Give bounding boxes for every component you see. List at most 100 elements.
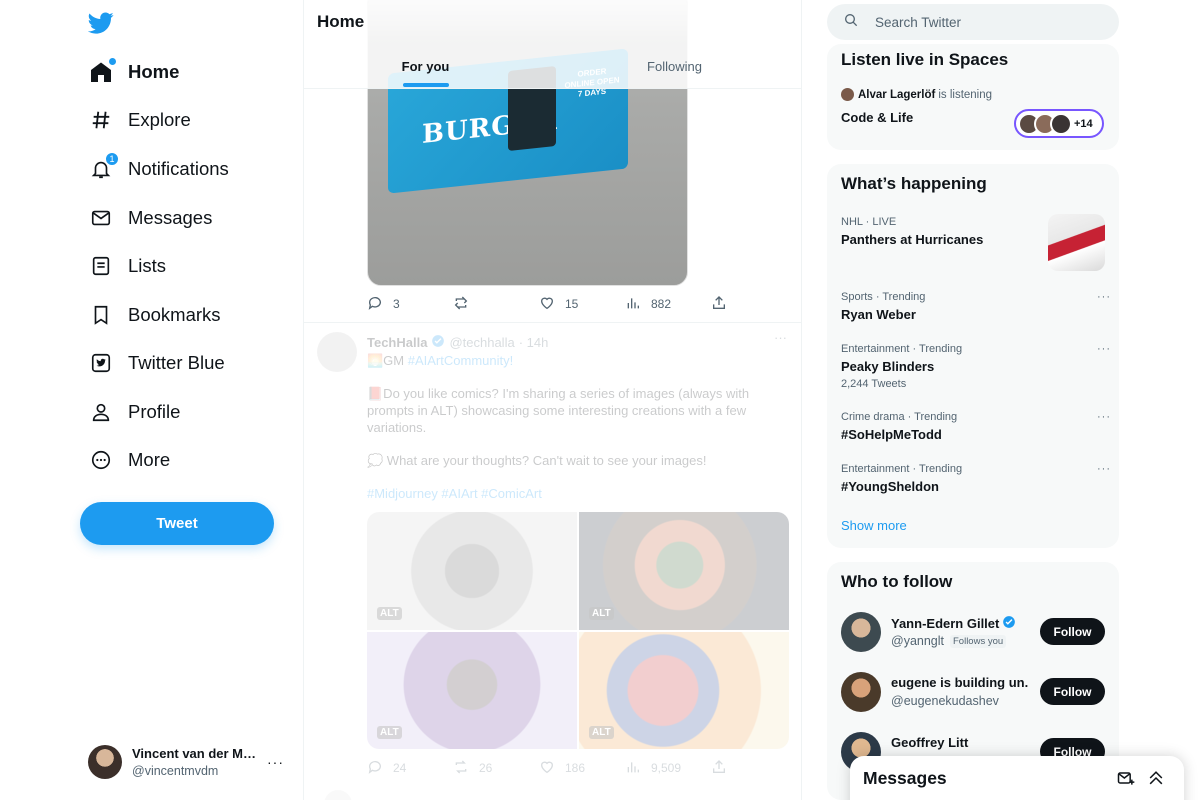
new-message-icon[interactable] [1116,768,1136,788]
share-icon [711,759,727,778]
follow-suggestion[interactable]: eugene is building un... @eugenekudashev… [841,672,1111,716]
follow-button[interactable]: Follow [1040,678,1105,705]
follow-name-text: eugene is building un... [891,675,1029,690]
nav-bookmarks[interactable]: Bookmarks [88,295,221,335]
follow-name: Geoffrey Litt [891,735,1029,750]
avatar [88,745,122,779]
alt-badge[interactable]: ALT [589,726,614,739]
reply-button[interactable]: 24 [367,759,453,778]
space-participants[interactable]: +14 [1014,109,1104,138]
trend-name: Peaky Blinders [841,359,935,374]
views-count: 9,509 [651,761,682,775]
tab-for-you[interactable]: For you [304,44,547,88]
envelope-icon [88,205,114,231]
views-icon [625,759,641,778]
list-icon [88,253,114,279]
trend-item[interactable]: Sports · Trending Ryan Weber ··· [841,291,1111,322]
more-dots-icon[interactable]: ··· [774,330,787,345]
nav-home[interactable]: Home [88,52,179,92]
follow-handle: @eugenekudashev [891,694,999,708]
avatar[interactable] [841,672,881,712]
trend-item[interactable]: Crime drama · Trending #SoHelpMeTodd ··· [841,411,1111,442]
nav-label: More [128,449,171,470]
nav-profile[interactable]: Profile [88,392,180,432]
trend-thumbnail[interactable] [1048,214,1105,271]
follow-name: eugene is building un... [891,675,1029,690]
more-dots-icon[interactable]: ··· [1097,343,1111,355]
alt-badge[interactable]: ALT [589,606,614,620]
grid-image[interactable]: ALT [367,512,577,630]
avatar [841,88,854,101]
follow-handle-row: @yannglt Follows you [891,634,1007,648]
grid-image[interactable]: ALT [367,631,577,749]
messages-drawer[interactable]: Messages [850,756,1184,800]
listener-status: is listening [938,88,993,101]
grid-image[interactable]: ALT [579,512,789,630]
account-name: Vincent van der Me... [132,746,258,761]
participant-count: +14 [1074,117,1093,130]
alt-badge[interactable]: ALT [377,726,402,739]
listener-name: Alvar Lagerlöf [858,88,936,101]
trend-name: #SoHelpMeTodd [841,427,942,442]
heart-icon [539,295,555,314]
timeline-header: Home For you Following [304,0,801,89]
like-button[interactable]: 186 [539,759,625,778]
tweet-author-name[interactable]: TechHalla [367,335,427,350]
space-name[interactable]: Code & Life [841,110,913,125]
views-button[interactable]: 9,509 [625,759,711,778]
nav-twitter-blue[interactable]: Twitter Blue [88,343,225,383]
share-button[interactable] [711,759,727,778]
nav-explore[interactable]: Explore [88,100,191,140]
twitter-logo-icon[interactable] [87,10,114,36]
hashtag-links[interactable]: #Midjourney #AIArt #ComicArt [367,485,767,502]
alt-badge[interactable]: ALT [377,606,402,620]
account-switcher[interactable]: Vincent van der Me... @vincentmvdm ··· [88,742,288,782]
grid-image[interactable]: ALT [579,631,789,749]
more-dots-icon[interactable]: ··· [1097,291,1111,303]
heart-icon [539,759,555,778]
nav-messages[interactable]: Messages [88,198,212,238]
trend-item[interactable]: Entertainment · Trending Peaky Blinders … [841,343,1111,390]
nav-label: Profile [128,401,181,422]
retweet-button[interactable] [453,295,539,314]
follow-handle-row: @eugenekudashev [891,694,999,708]
tweet-text: 🌅GM [367,353,408,368]
avatar[interactable] [317,332,357,372]
like-button[interactable]: 15 [539,295,625,314]
hashtag-link[interactable]: #AIArtCommunity! [408,353,513,368]
new-dot [109,58,116,65]
nav-lists[interactable]: Lists [88,246,166,286]
image-grid[interactable]: ALT ALT ALT ALT [367,512,789,749]
messages-drawer-title: Messages [863,768,947,788]
tweet-time[interactable]: · 14h [519,335,549,350]
tweet-author-handle[interactable]: @techhalla [449,335,514,350]
tweet-button[interactable]: Tweet [80,502,274,545]
share-button[interactable] [711,295,727,314]
expand-up-icon[interactable] [1146,768,1166,788]
more-circle-icon [88,447,114,473]
spaces-card[interactable]: Listen live in Spaces Alvar Lagerlöf is … [827,44,1119,150]
account-handle: @vincentmvdm [132,764,219,778]
trend-item[interactable]: Entertainment · Trending #YoungSheldon ·… [841,463,1111,494]
reply-icon [367,295,383,314]
follow-name: Yann-Edern Gillet [891,615,1029,632]
more-dots-icon[interactable]: ··· [1097,411,1111,423]
tab-following[interactable]: Following [547,44,801,88]
avatar[interactable] [324,790,352,800]
reply-button[interactable]: 3 [367,295,453,314]
more-dots-icon[interactable]: ··· [267,754,284,770]
retweet-button[interactable]: 26 [453,759,539,778]
nav-notifications[interactable]: 1 Notifications [88,149,229,189]
right-sidebar: Search Twitter Listen live in Spaces Alv… [802,0,1200,800]
nav-label: Bookmarks [128,304,221,325]
follow-suggestion[interactable]: Yann-Edern Gillet @yannglt Follows you F… [841,612,1111,656]
avatar[interactable] [841,612,881,652]
trend-count: 2,244 Tweets [841,378,907,390]
views-button[interactable]: 882 [625,295,711,314]
show-more-link[interactable]: Show more [841,518,907,533]
search-input[interactable]: Search Twitter [827,4,1119,40]
follow-button[interactable]: Follow [1040,618,1105,645]
nav-more[interactable]: More [88,440,170,480]
timeline[interactable]: BURGER ORDER ONLINE OPEN 7 DAYS 3 15 882 [303,0,802,800]
more-dots-icon[interactable]: ··· [1097,463,1111,475]
